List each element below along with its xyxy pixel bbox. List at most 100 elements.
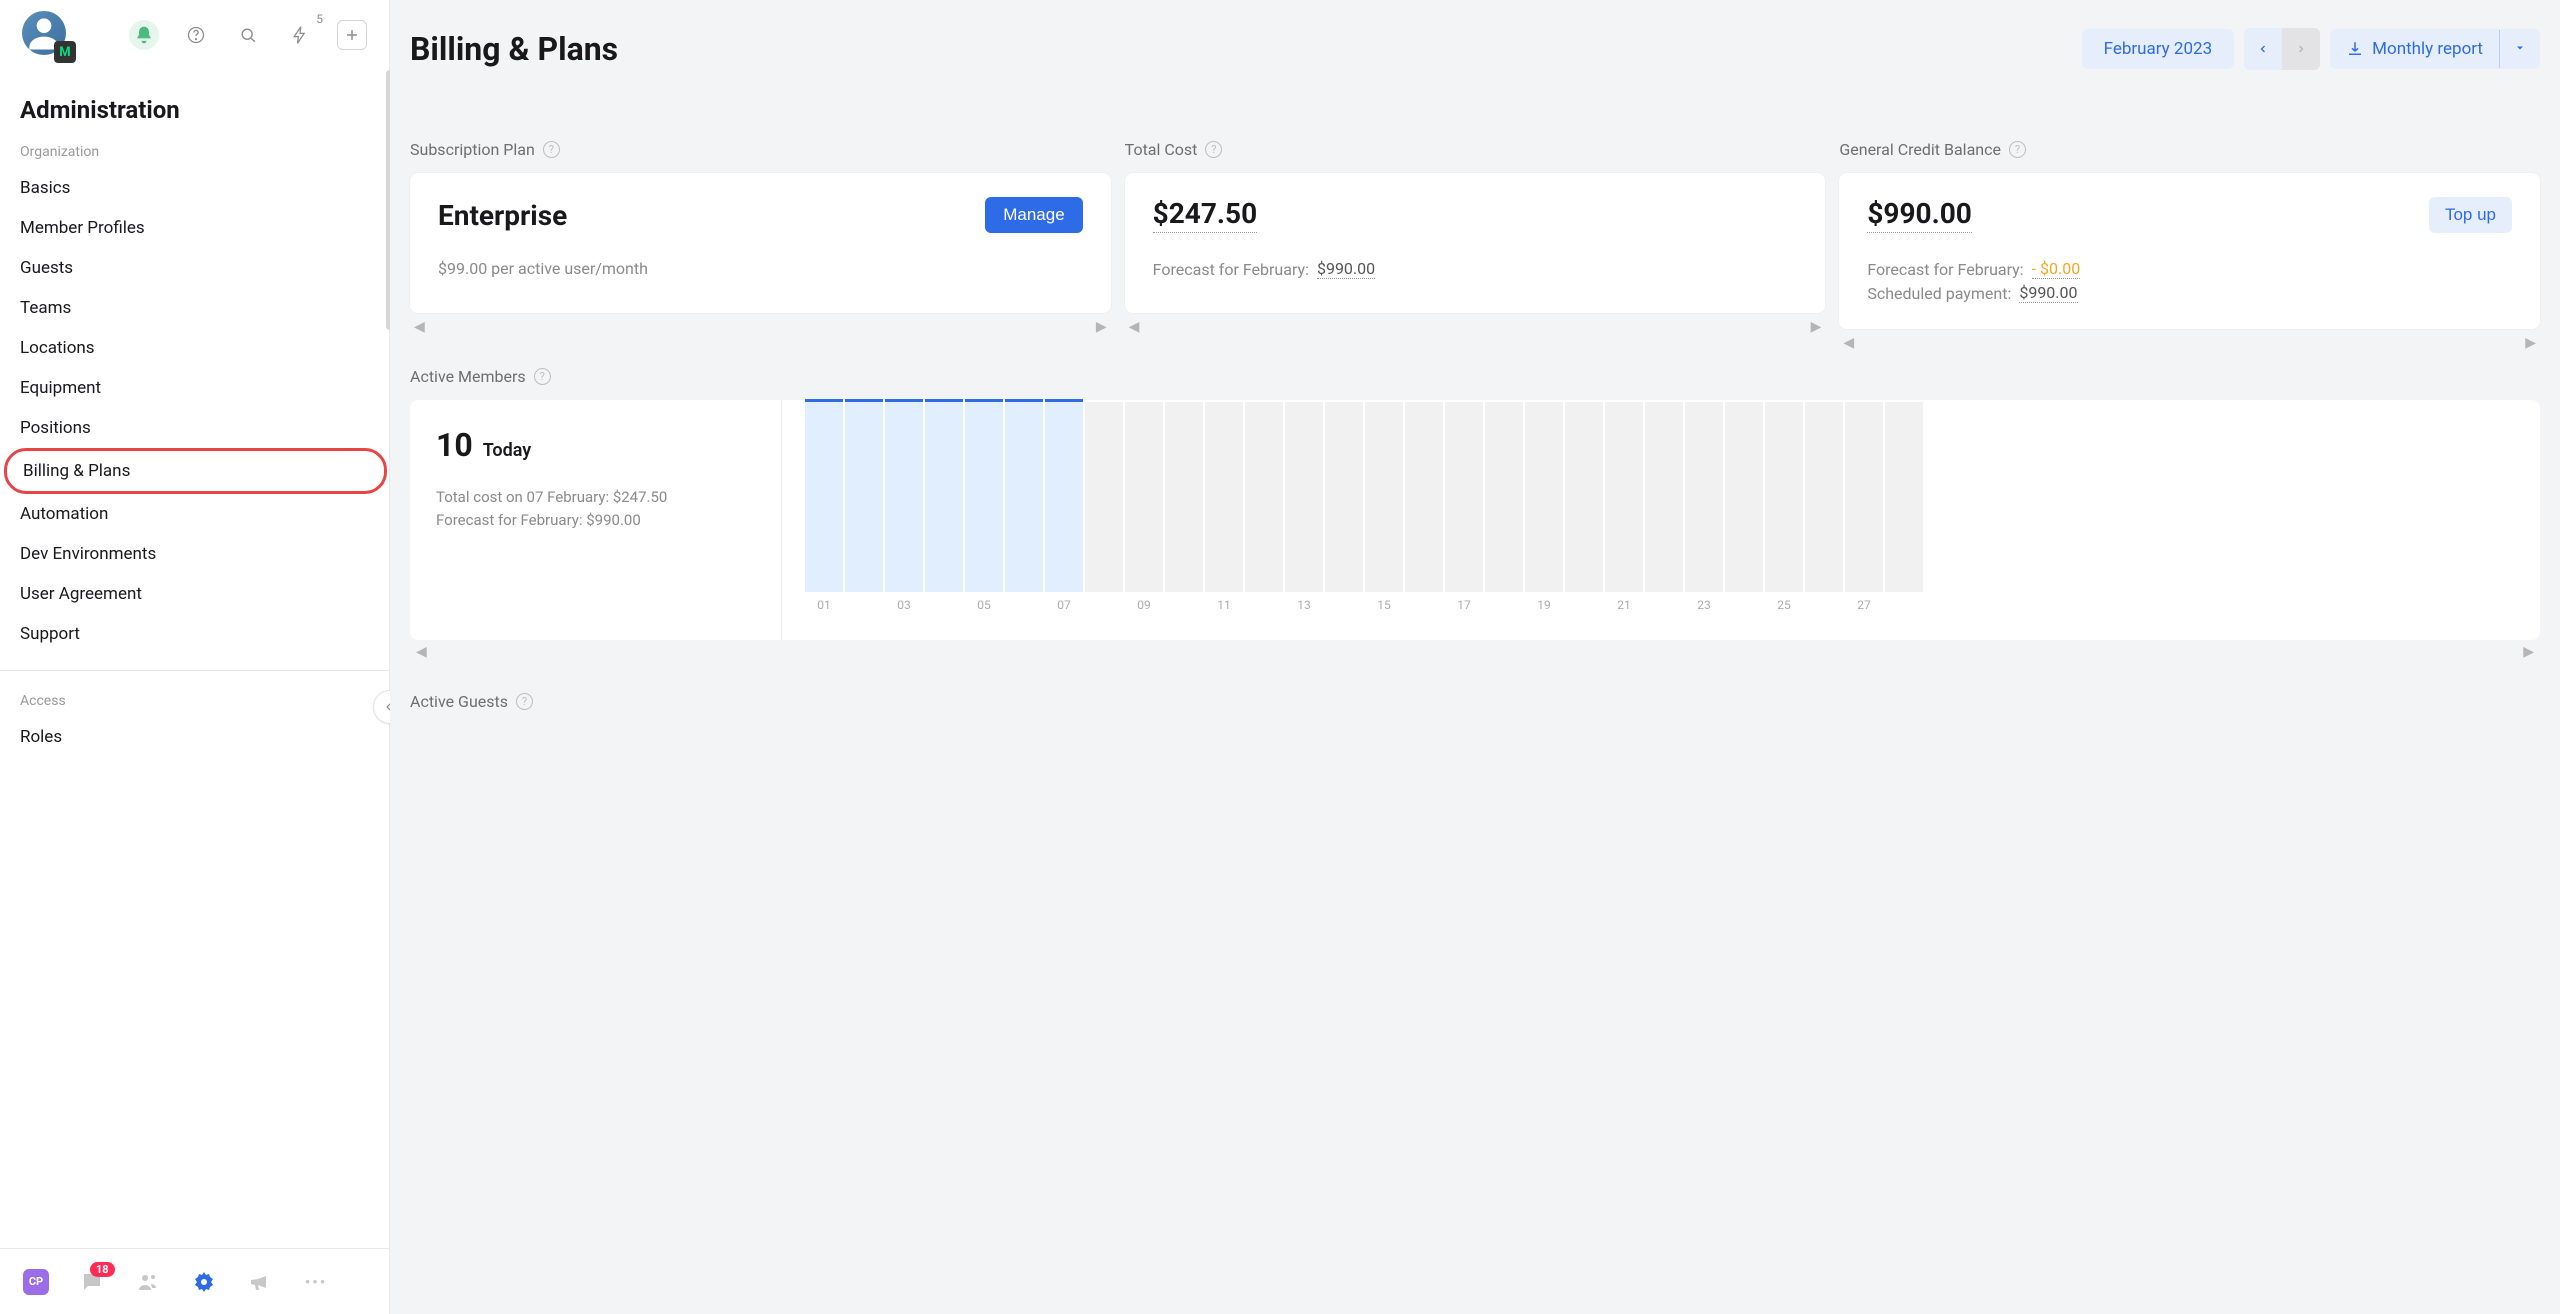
bell-icon[interactable]: [129, 20, 159, 50]
chart-bar: [1724, 402, 1764, 612]
plan-name: Enterprise: [438, 199, 567, 232]
period-nav: [2244, 28, 2320, 70]
monthly-report-dropdown[interactable]: [2499, 30, 2540, 68]
card-pager: ◀ ▶: [410, 319, 1111, 335]
sidebar-item-locations[interactable]: Locations: [0, 328, 389, 368]
help-icon[interactable]: ?: [534, 368, 551, 385]
page-title: Billing & Plans: [410, 30, 618, 68]
more-icon[interactable]: •••: [300, 1266, 332, 1298]
help-icon[interactable]: ?: [543, 141, 560, 158]
sidebar-item-dev-environments[interactable]: Dev Environments: [0, 534, 389, 574]
manage-button[interactable]: Manage: [985, 197, 1082, 233]
sidebar-item-automation[interactable]: Automation: [0, 494, 389, 534]
next-period-button[interactable]: [2282, 28, 2320, 70]
chart-bar: 01: [804, 402, 844, 612]
help-icon[interactable]: ?: [516, 693, 533, 710]
forecast-label: Forecast for February:: [1153, 260, 1309, 279]
chart-bar: [1644, 402, 1684, 612]
sidebar-item-roles[interactable]: Roles: [0, 717, 389, 757]
prev-period-button[interactable]: [2244, 28, 2282, 70]
members-line2: Forecast for February: $990.00: [436, 509, 755, 532]
section-label-credit: General Credit Balance ?: [1839, 140, 2540, 159]
sidebar-item-teams[interactable]: Teams: [0, 288, 389, 328]
sidebar-item-guests[interactable]: Guests: [0, 248, 389, 288]
period-selector[interactable]: February 2023: [2082, 29, 2235, 69]
sidebar-item-user-agreement[interactable]: User Agreement: [0, 574, 389, 614]
sidebar-item-equipment[interactable]: Equipment: [0, 368, 389, 408]
card-pager: ◀ ▶: [1839, 335, 2540, 351]
monthly-report-button: Monthly report: [2330, 29, 2540, 69]
sidebar-bottom: CP 18 •••: [0, 1248, 389, 1314]
search-icon[interactable]: [233, 20, 263, 50]
project-chip-icon: [54, 41, 76, 63]
sidebar-topbar: 5: [0, 0, 389, 70]
chart-bar: 11: [1204, 402, 1244, 612]
card-pager: ◀ ▶: [1125, 319, 1826, 335]
chart-bar: 17: [1444, 402, 1484, 612]
chat-badge: 18: [90, 1262, 115, 1277]
topup-button[interactable]: Top up: [2429, 197, 2512, 233]
avatar[interactable]: [22, 11, 70, 59]
members-chart: 01 03 05 07 09 11 13 15 17 19 21 23 25 2…: [804, 422, 2524, 612]
horizontal-scroll: ◀ ▶: [410, 640, 2540, 664]
chart-bar: 21: [1604, 402, 1644, 612]
megaphone-icon[interactable]: [244, 1266, 276, 1298]
forecast-value: - $0.00: [2032, 259, 2081, 279]
sidebar-item-positions[interactable]: Positions: [0, 408, 389, 448]
pager-left-icon[interactable]: ◀: [1129, 319, 1140, 335]
period-label: February 2023: [2104, 39, 2213, 59]
help-icon[interactable]: ?: [1205, 141, 1222, 158]
divider: [0, 670, 389, 671]
chart-bar: [1084, 402, 1124, 612]
scheduled-value: $990.00: [2019, 283, 2077, 303]
hscroll-right-icon[interactable]: ▶: [2523, 644, 2534, 660]
help-icon[interactable]: ?: [2009, 141, 2026, 158]
members-line1: Total cost on 07 February: $247.50: [436, 486, 755, 509]
chart-bar: [1164, 402, 1204, 612]
forecast-label: Forecast for February:: [1867, 260, 2023, 279]
chart-bar: 13: [1284, 402, 1324, 612]
chart-bar: 25: [1764, 402, 1804, 612]
credit-card: $990.00 Top up Forecast for February: - …: [1839, 173, 2540, 329]
chart-bar: 05: [964, 402, 1004, 612]
monthly-report-main[interactable]: Monthly report: [2330, 29, 2499, 69]
chart-bar: 19: [1524, 402, 1564, 612]
pager-right-icon[interactable]: ▶: [1811, 319, 1822, 335]
chart-bar: [1324, 402, 1364, 612]
chart-bar: 15: [1364, 402, 1404, 612]
help-icon[interactable]: [181, 20, 211, 50]
chart-bar: [844, 402, 884, 612]
sidebar-item-billing-plans[interactable]: Billing & Plans: [4, 448, 387, 494]
scheduled-label: Scheduled payment:: [1867, 284, 2011, 303]
pager-left-icon[interactable]: ◀: [414, 319, 425, 335]
members-card: 10 Today Total cost on 07 February: $247…: [410, 400, 2540, 640]
chart-bar: 07: [1044, 402, 1084, 612]
add-icon[interactable]: [337, 20, 367, 50]
credit-amount: $990.00: [1867, 197, 1972, 233]
sidebar-item-basics[interactable]: Basics: [0, 168, 389, 208]
sidebar-scroll[interactable]: Administration Organization BasicsMember…: [0, 70, 389, 1248]
chat-icon[interactable]: 18: [76, 1266, 108, 1298]
gear-icon[interactable]: [188, 1266, 220, 1298]
chart-bar: [1884, 402, 1924, 612]
sidebar-item-member-profiles[interactable]: Member Profiles: [0, 208, 389, 248]
chart-bar: 23: [1684, 402, 1724, 612]
cost-card: $247.50 Forecast for February: $990.00: [1125, 173, 1826, 313]
pager-right-icon[interactable]: ▶: [1096, 319, 1107, 335]
chart-bar: 09: [1124, 402, 1164, 612]
pager-right-icon[interactable]: ▶: [2525, 335, 2536, 351]
total-cost-amount: $247.50: [1153, 197, 1258, 233]
plan-sub: $99.00 per active user/month: [438, 259, 1083, 278]
bolt-badge: 5: [316, 12, 323, 26]
group-label-organization: Organization: [0, 138, 389, 168]
cp-chip[interactable]: CP: [20, 1266, 52, 1298]
people-icon[interactable]: [132, 1266, 164, 1298]
chart-bar: 03: [884, 402, 924, 612]
section-label-guests: Active Guests ?: [410, 692, 2540, 711]
pager-left-icon[interactable]: ◀: [1843, 335, 1854, 351]
bolt-icon[interactable]: 5: [285, 20, 315, 50]
chart-bar: [1804, 402, 1844, 612]
members-today: Today: [483, 440, 532, 461]
sidebar-item-support[interactable]: Support: [0, 614, 389, 654]
hscroll-left-icon[interactable]: ◀: [416, 644, 427, 660]
